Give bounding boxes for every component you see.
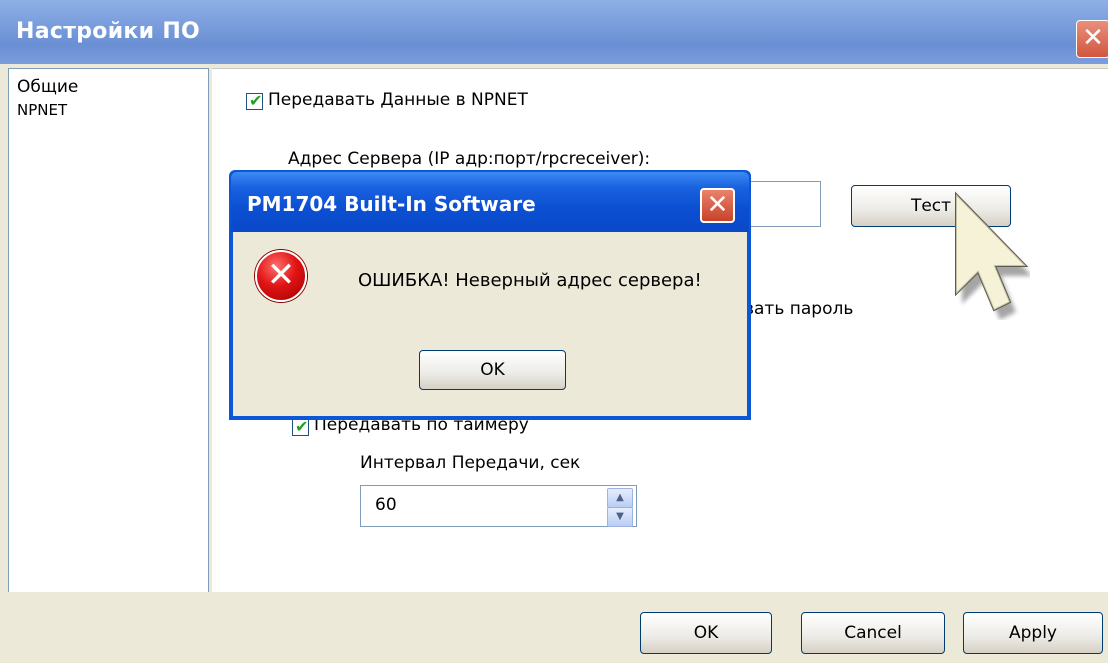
transmit-checkbox-label: Передавать Данные в NPNET — [268, 90, 528, 110]
interval-label: Интервал Передачи, сек — [360, 453, 581, 473]
error-dialog-close-button[interactable]: ✕ — [700, 188, 735, 223]
mouse-cursor-icon — [955, 191, 1030, 320]
bottom-button-bar: OK Cancel Apply — [0, 592, 1108, 663]
check-icon: ✔ — [249, 91, 263, 110]
ok-button[interactable]: OK — [640, 612, 772, 654]
window-titlebar: Настройки ПО ✕ — [0, 0, 1108, 64]
cancel-button[interactable]: Cancel — [801, 612, 945, 654]
error-dialog: PM1704 Built-In Software ✕ ✕ ОШИБКА! Нев… — [229, 170, 751, 420]
settings-nav-list: Общие NPNET — [8, 68, 209, 594]
nav-item-general[interactable]: Общие — [17, 77, 78, 97]
error-message: ОШИБКА! Неверный адрес сервера! — [358, 270, 702, 291]
password-option-label: вать пароль — [744, 299, 854, 319]
interval-spin-buttons[interactable]: ▲ ▼ — [607, 488, 633, 527]
error-dialog-ok-button[interactable]: OK — [419, 350, 566, 390]
spin-up-icon[interactable]: ▲ — [607, 488, 633, 508]
spin-down-icon[interactable]: ▼ — [607, 507, 633, 527]
server-address-label: Адрес Сервера (IP адр:порт/rpcreceiver): — [288, 149, 651, 169]
interval-value: 60 — [375, 495, 397, 515]
error-icon: ✕ — [255, 250, 307, 302]
close-icon: ✕ — [706, 190, 729, 220]
window-close-button[interactable]: ✕ — [1076, 20, 1108, 58]
transmit-checkbox[interactable]: ✔ — [246, 91, 263, 110]
nav-item-npnet[interactable]: NPNET — [17, 101, 67, 119]
timer-checkbox[interactable]: ✔ — [292, 417, 309, 436]
error-dialog-titlebar: PM1704 Built-In Software ✕ — [231, 172, 749, 232]
interval-spinbox[interactable]: 60 ▲ ▼ — [360, 485, 637, 527]
apply-button[interactable]: Apply — [963, 612, 1103, 654]
error-dialog-body: ✕ ОШИБКА! Неверный адрес сервера! OK — [233, 232, 747, 416]
error-dialog-title: PM1704 Built-In Software — [247, 192, 536, 216]
close-icon: ✕ — [1082, 23, 1104, 53]
server-address-input[interactable] — [739, 181, 821, 227]
window-title: Настройки ПО — [16, 19, 201, 44]
